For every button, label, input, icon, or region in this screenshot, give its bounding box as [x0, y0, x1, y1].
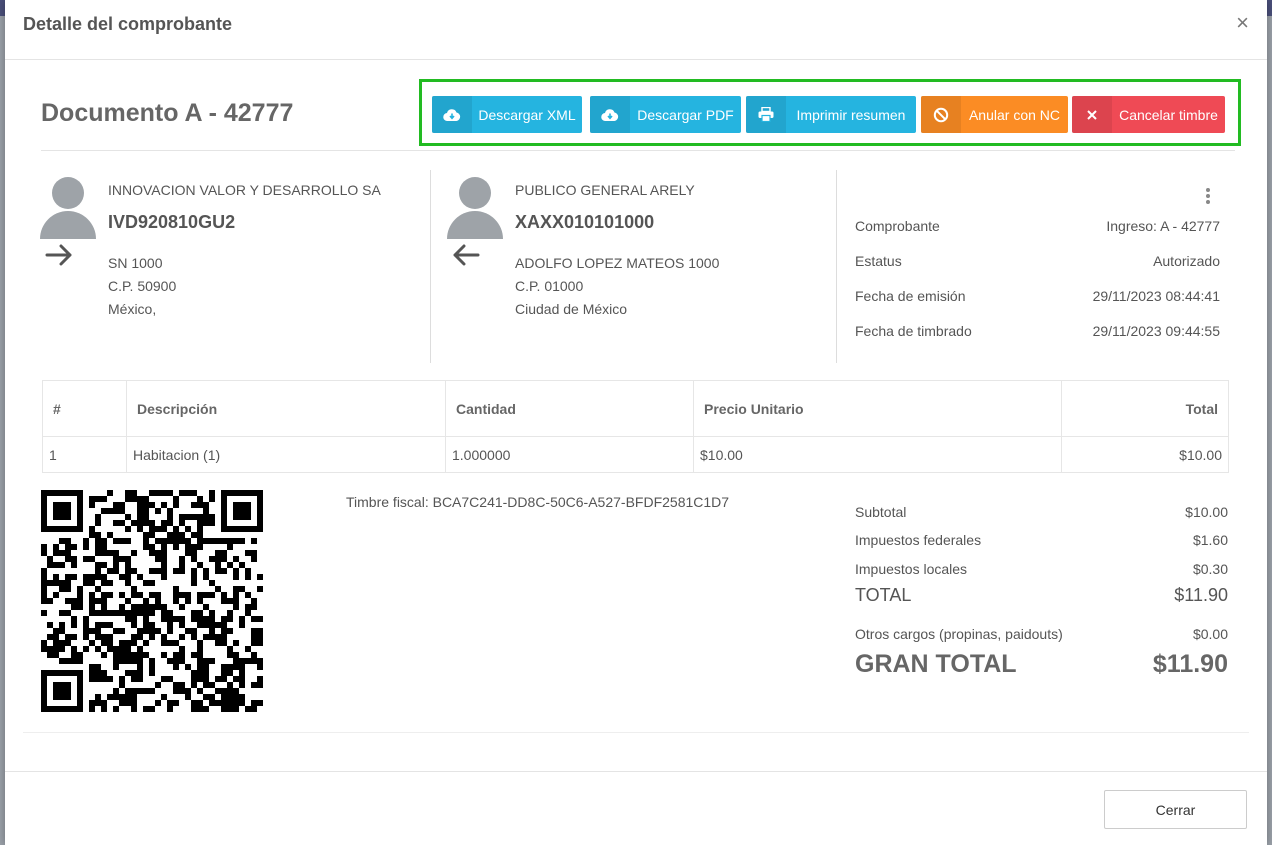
other-charges-label: Otros cargos (propinas, paidouts)	[855, 626, 1063, 642]
items-table: # Descripción Cantidad Precio Unitario T…	[42, 380, 1229, 473]
close-icon[interactable]: ×	[1236, 12, 1249, 34]
cell-total: $10.00	[1061, 436, 1229, 473]
arrow-left-icon	[451, 241, 481, 275]
cancel-stamp-button[interactable]: Cancelar timbre	[1072, 96, 1225, 133]
grand-total-value: $11.90	[1152, 650, 1228, 678]
timbre-fiscal: Timbre fiscal: BCA7C241-DD8C-50C6-A527-B…	[346, 494, 730, 510]
total-value: $11.90	[1174, 585, 1228, 605]
x-icon	[1072, 96, 1112, 133]
user-icon	[447, 177, 503, 239]
emision-label: Fecha de emisión	[855, 288, 966, 304]
kebab-menu-icon[interactable]	[1204, 186, 1212, 206]
document-title: Documento A - 42777	[41, 99, 294, 127]
local-tax-label: Impuestos locales	[855, 561, 968, 577]
arrow-right-icon	[44, 241, 74, 275]
modal-footer	[5, 771, 1267, 845]
download-xml-button[interactable]: Descargar XML	[432, 96, 582, 133]
table-row: 1 Habitacion (1) 1.000000 $10.00 $10.00	[42, 436, 1229, 473]
timbrado-label: Fecha de timbrado	[855, 323, 972, 339]
receiver-address-line: C.P. 01000	[515, 278, 584, 294]
print-summary-button[interactable]: Imprimir resumen	[746, 96, 916, 133]
grand-total-label: GRAN TOTAL	[855, 650, 1017, 678]
receiver-address-line: Ciudad de México	[515, 301, 628, 317]
other-charges-value: $0.00	[1192, 626, 1228, 642]
invoice-detail-modal: Detalle del comprobante × Documento A - …	[5, 0, 1267, 845]
cell-description: Habitacion (1)	[126, 436, 446, 473]
local-tax-value: $0.30	[1192, 561, 1228, 577]
table-header-row: # Descripción Cantidad Precio Unitario T…	[42, 380, 1229, 437]
column-header: #	[42, 380, 127, 437]
issuer-address-line: C.P. 50900	[108, 278, 177, 294]
comprobante-value: Ingreso: A - 42777	[1106, 218, 1220, 234]
download-xml-label: Descargar XML	[478, 106, 576, 123]
total-label: TOTAL	[855, 585, 912, 605]
qr-code	[41, 490, 263, 712]
download-pdf-label: Descargar PDF	[637, 106, 734, 123]
subtotal-label: Subtotal	[855, 504, 907, 520]
printer-icon	[746, 96, 786, 133]
close-button[interactable]: Cerrar	[1104, 790, 1247, 829]
estatus-value: Autorizado	[1153, 253, 1220, 269]
emision-value: 29/11/2023 08:44:41	[1092, 288, 1220, 304]
issuer-address-line: México,	[108, 301, 157, 317]
federal-tax-label: Impuestos federales	[855, 532, 982, 548]
column-header: Descripción	[126, 380, 446, 437]
divider	[23, 732, 1249, 733]
issuer-address-line: SN 1000	[108, 255, 163, 271]
cancel-with-nc-button[interactable]: Anular con NC	[921, 96, 1068, 133]
cell-unit-price: $10.00	[693, 436, 1062, 473]
receiver-name: PUBLICO GENERAL ARELY	[515, 182, 695, 198]
cloud-download-icon	[590, 96, 630, 133]
column-header: Cantidad	[445, 380, 694, 437]
receiver-address-line: ADOLFO LOPEZ MATEOS 1000	[515, 255, 720, 271]
column-header: Total	[1061, 380, 1229, 437]
cell-quantity: 1.000000	[445, 436, 694, 473]
receiver-rfc: XAXX010101000	[515, 212, 655, 232]
print-summary-label: Imprimir resumen	[796, 106, 906, 123]
timbrado-value: 29/11/2023 09:44:55	[1092, 323, 1220, 339]
issuer-rfc: IVD920810GU2	[108, 212, 236, 232]
cloud-download-icon	[432, 96, 472, 133]
cancel-stamp-label: Cancelar timbre	[1119, 106, 1218, 123]
cell-number: 1	[42, 436, 127, 473]
ban-icon	[921, 96, 961, 133]
download-pdf-button[interactable]: Descargar PDF	[590, 96, 741, 133]
subtotal-value: $10.00	[1185, 504, 1228, 520]
cancel-with-nc-label: Anular con NC	[968, 106, 1061, 123]
federal-tax-value: $1.60	[1192, 532, 1228, 548]
issuer-name: INNOVACION VALOR Y DESARROLLO SA	[108, 182, 381, 198]
divider	[41, 150, 1235, 151]
column-divider	[430, 170, 431, 363]
modal-title: Detalle del comprobante	[23, 14, 233, 34]
comprobante-label: Comprobante	[855, 218, 940, 234]
column-header: Precio Unitario	[693, 380, 1062, 437]
column-divider	[836, 170, 837, 363]
estatus-label: Estatus	[855, 253, 902, 269]
user-icon	[40, 177, 96, 239]
modal-header: Detalle del comprobante ×	[5, 0, 1267, 60]
